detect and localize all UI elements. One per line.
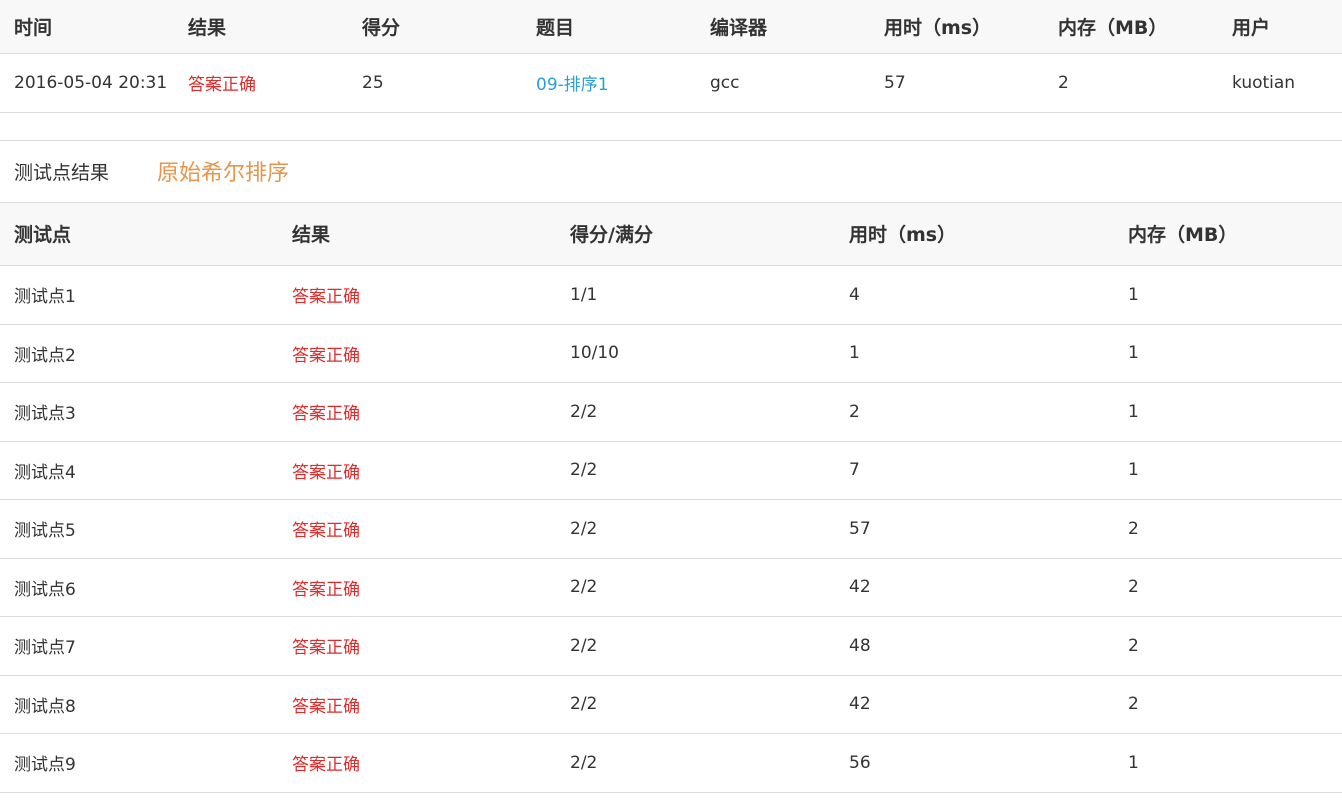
table-row: 测试点4 答案正确 2/2 7 1 [0, 441, 1342, 500]
testcase-memory: 1 [1114, 265, 1342, 325]
table-row: 测试点5 答案正确 2/2 57 2 [0, 499, 1342, 559]
testcase-score: 2/2 [556, 733, 835, 793]
testcase-memory: 1 [1114, 441, 1342, 500]
testcase-time: 2 [835, 382, 1114, 442]
submission-score: 25 [348, 53, 522, 113]
testcase-memory: 1 [1114, 733, 1342, 793]
submission-table: 时间 结果 得分 题目 编译器 用时（ms） 内存（MB） 用户 2016-05… [0, 0, 1342, 113]
submission-row: 2016-05-04 20:31 答案正确 25 09-排序1 gcc 57 2… [0, 53, 1342, 113]
testcase-result: 答案正确 [278, 382, 556, 442]
submission-time-ms: 57 [870, 53, 1044, 113]
testcase-memory: 2 [1114, 616, 1342, 676]
testcase-result: 答案正确 [278, 733, 556, 793]
header-problem: 题目 [522, 0, 696, 54]
testcase-time: 1 [835, 324, 1114, 383]
problem-link[interactable]: 09-排序1 [522, 53, 696, 113]
testcase-name: 测试点4 [0, 441, 278, 500]
table-row: 测试点6 答案正确 2/2 42 2 [0, 558, 1342, 617]
testcase-name: 测试点1 [0, 265, 278, 325]
testcase-table: 测试点 结果 得分/满分 用时（ms） 内存（MB） 测试点1 答案正确 1/1… [0, 202, 1342, 793]
header-time: 时间 [0, 0, 174, 54]
submission-result: 答案正确 [174, 53, 348, 113]
testcase-time: 42 [835, 675, 1114, 734]
testcase-name: 测试点8 [0, 675, 278, 734]
testcase-result: 答案正确 [278, 265, 556, 325]
submission-user: kuotian [1218, 53, 1342, 113]
testcase-memory: 1 [1114, 324, 1342, 383]
testcase-time: 7 [835, 441, 1114, 500]
testcase-time: 4 [835, 265, 1114, 325]
table-row: 测试点9 答案正确 2/2 56 1 [0, 733, 1342, 793]
testcase-header-row: 测试点 结果 得分/满分 用时（ms） 内存（MB） [0, 202, 1342, 266]
testcase-result: 答案正确 [278, 499, 556, 559]
submission-compiler: gcc [696, 53, 870, 113]
testcase-result: 答案正确 [278, 675, 556, 734]
testcase-note: 原始希尔排序 [157, 161, 290, 186]
testcase-name: 测试点3 [0, 382, 278, 442]
header-score: 得分 [348, 0, 522, 54]
testcase-name: 测试点6 [0, 558, 278, 617]
testcase-time: 48 [835, 616, 1114, 676]
testcase-score: 2/2 [556, 441, 835, 500]
testcase-time: 56 [835, 733, 1114, 793]
testcase-memory: 2 [1114, 558, 1342, 617]
testcase-score: 2/2 [556, 558, 835, 617]
header-testcase-memory: 内存（MB） [1114, 202, 1342, 266]
header-testcase-score: 得分/满分 [556, 202, 835, 266]
testcase-name: 测试点7 [0, 616, 278, 676]
table-row: 测试点1 答案正确 1/1 4 1 [0, 265, 1342, 325]
testcase-memory: 1 [1114, 382, 1342, 442]
testcase-memory: 2 [1114, 499, 1342, 559]
table-row: 测试点3 答案正确 2/2 2 1 [0, 382, 1342, 442]
testcase-score: 2/2 [556, 616, 835, 676]
testcase-name: 测试点5 [0, 499, 278, 559]
testcase-score: 2/2 [556, 675, 835, 734]
testcase-result: 答案正确 [278, 441, 556, 500]
testcase-time: 57 [835, 499, 1114, 559]
header-time-ms: 用时（ms） [870, 0, 1044, 54]
testcase-name: 测试点9 [0, 733, 278, 793]
testcase-score: 2/2 [556, 382, 835, 442]
testcase-result: 答案正确 [278, 616, 556, 676]
testcase-score: 10/10 [556, 324, 835, 383]
testcase-section-title: 测试点结果 [14, 161, 110, 184]
testcase-score: 2/2 [556, 499, 835, 559]
testcase-result: 答案正确 [278, 558, 556, 617]
header-memory-mb: 内存（MB） [1044, 0, 1218, 54]
testcase-section-header: 测试点结果 原始希尔排序 [0, 141, 1342, 203]
section-spacer [0, 113, 1342, 141]
header-testcase-result: 结果 [278, 202, 556, 266]
header-result: 结果 [174, 0, 348, 54]
testcase-name: 测试点2 [0, 324, 278, 383]
testcase-result: 答案正确 [278, 324, 556, 383]
testcase-memory: 2 [1114, 675, 1342, 734]
testcase-time: 42 [835, 558, 1114, 617]
table-row: 测试点8 答案正确 2/2 42 2 [0, 675, 1342, 734]
header-testcase: 测试点 [0, 202, 278, 266]
submission-memory: 2 [1044, 53, 1218, 113]
header-user: 用户 [1218, 0, 1342, 54]
header-testcase-time: 用时（ms） [835, 202, 1114, 266]
testcase-score: 1/1 [556, 265, 835, 325]
table-row: 测试点7 答案正确 2/2 48 2 [0, 616, 1342, 676]
table-row: 测试点2 答案正确 10/10 1 1 [0, 324, 1342, 383]
submission-header-row: 时间 结果 得分 题目 编译器 用时（ms） 内存（MB） 用户 [0, 0, 1342, 54]
submission-time: 2016-05-04 20:31 [0, 53, 174, 113]
header-compiler: 编译器 [696, 0, 870, 54]
